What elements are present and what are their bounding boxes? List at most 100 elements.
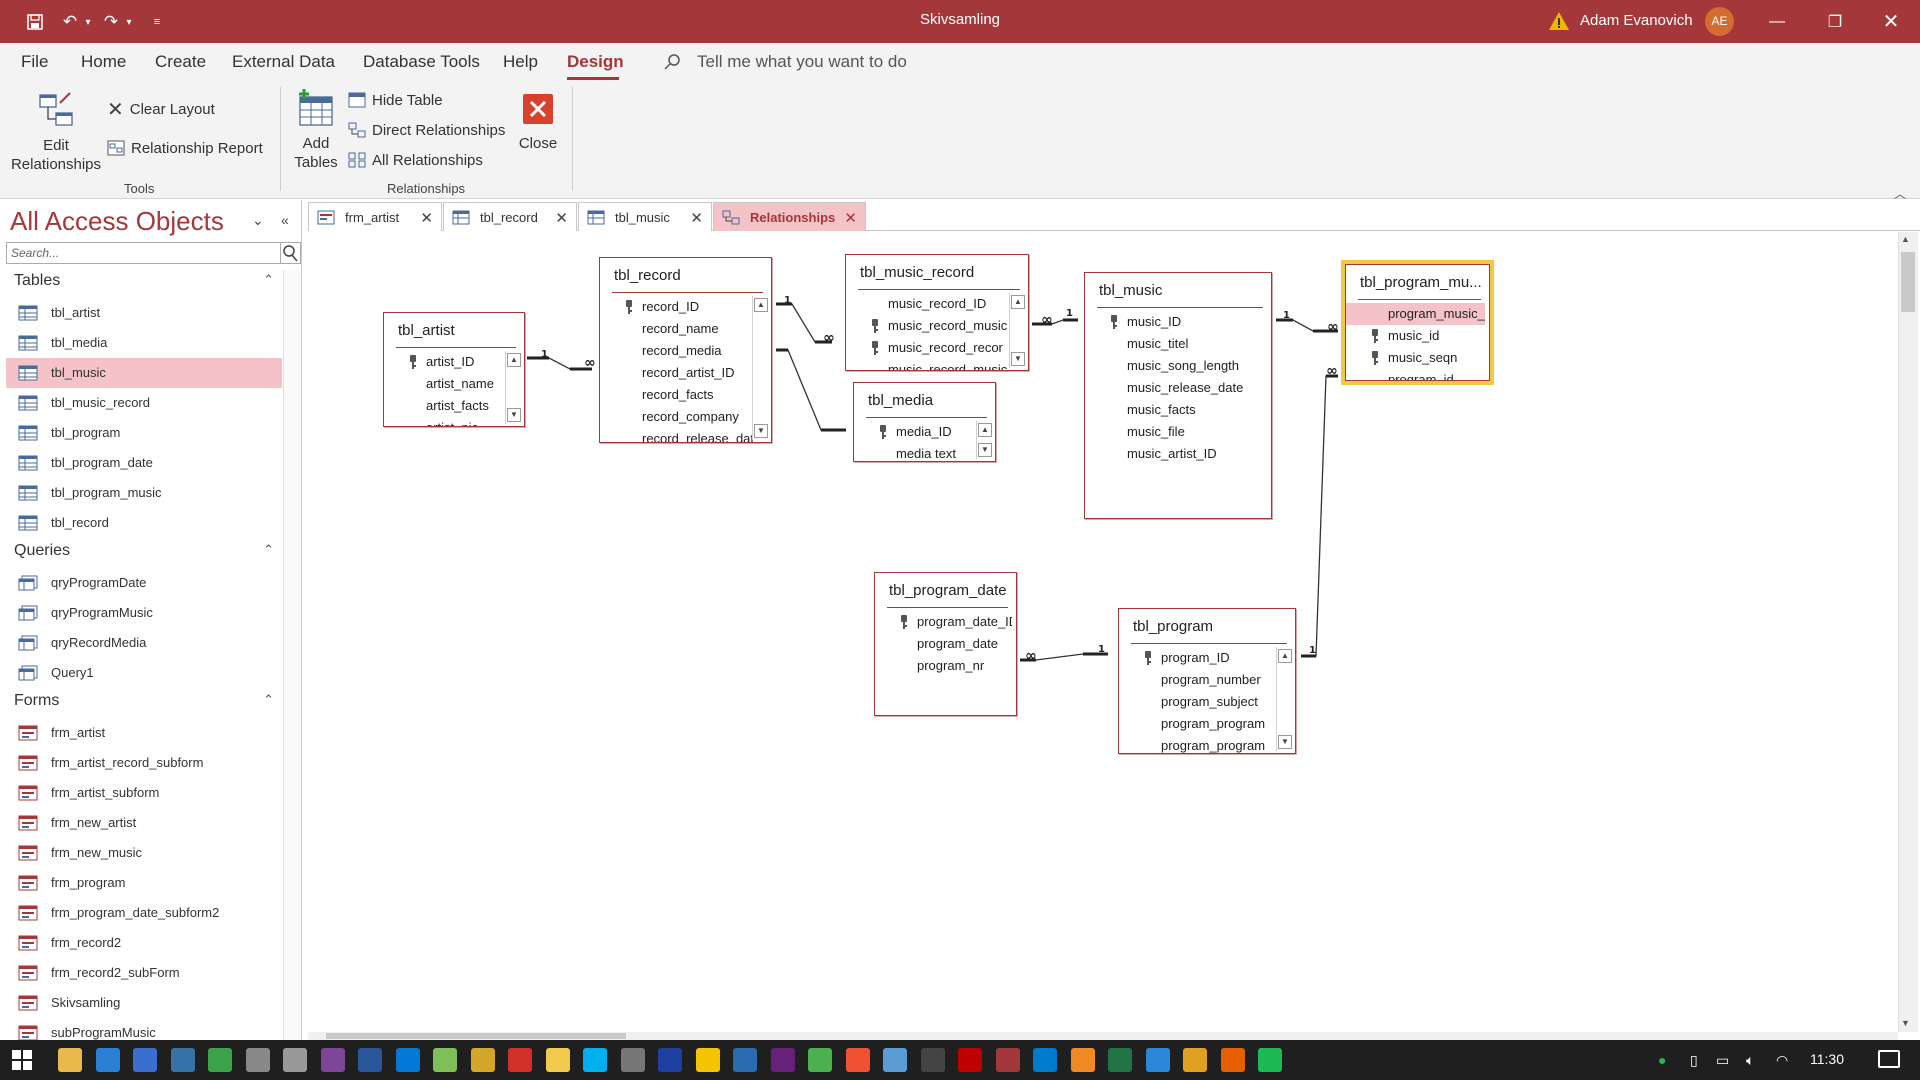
restore-icon[interactable]: ❐ bbox=[1806, 0, 1864, 43]
media-icon[interactable] bbox=[920, 1048, 945, 1072]
table-box-title[interactable]: tbl_music bbox=[1099, 282, 1162, 299]
gitkraken-icon[interactable] bbox=[808, 1048, 832, 1072]
field-row[interactable]: record_media bbox=[600, 340, 753, 362]
field-row[interactable]: music_facts bbox=[1085, 399, 1267, 421]
table-box-title[interactable]: tbl_media bbox=[868, 392, 933, 409]
menu-file[interactable]: File bbox=[21, 52, 48, 72]
wifi-icon[interactable]: ◠ bbox=[1776, 1052, 1788, 1069]
redo-icon[interactable]: ↷ bbox=[101, 12, 121, 32]
close-tab-icon[interactable]: ✕ bbox=[690, 209, 703, 227]
tab-tbl-record[interactable]: tbl_record ✕ bbox=[443, 202, 577, 231]
tell-me-box[interactable]: Tell me what you want to do bbox=[697, 52, 907, 72]
nav-search-input[interactable]: Search... bbox=[6, 242, 281, 264]
skype-icon[interactable] bbox=[583, 1048, 607, 1072]
field-row[interactable]: music_artist_ID bbox=[1085, 443, 1267, 465]
scroll-down-icon[interactable]: ▼ bbox=[754, 424, 768, 438]
table-box-title[interactable]: tbl_record bbox=[614, 267, 681, 284]
nav-item-subprogrammusic[interactable]: subProgramMusic bbox=[6, 1018, 282, 1040]
table-box-scrollbar[interactable]: ▲ ▼ bbox=[1276, 647, 1293, 751]
nav-section-tables[interactable]: Tables ⌃ bbox=[6, 268, 282, 298]
scroll-down-icon[interactable]: ▼ bbox=[978, 443, 992, 457]
edge-icon[interactable] bbox=[95, 1048, 120, 1072]
field-row[interactable]: program_subject bbox=[1119, 691, 1277, 713]
field-row[interactable]: program_date_ID bbox=[875, 611, 1012, 633]
nav-item-tbl-program-date[interactable]: tbl_program_date bbox=[6, 448, 282, 478]
all-relationships-button[interactable]: All Relationships bbox=[348, 149, 483, 171]
rel-record-media[interactable] bbox=[776, 349, 846, 431]
chevron-up-icon[interactable]: ⌃ bbox=[263, 272, 274, 288]
nav-item-frm-program-date-subform2[interactable]: frm_program_date_subform2 bbox=[6, 898, 282, 928]
outlook-icon[interactable] bbox=[395, 1048, 420, 1072]
scroll-up-icon[interactable]: ▲ bbox=[1901, 234, 1910, 244]
field-row[interactable]: media_ID bbox=[854, 421, 977, 443]
file-explorer-icon[interactable] bbox=[58, 1048, 82, 1072]
field-row[interactable]: music_file bbox=[1085, 421, 1267, 443]
battery-icon[interactable]: ▭ bbox=[1716, 1052, 1729, 1069]
field-row[interactable]: program_number bbox=[1119, 669, 1277, 691]
table-box-title[interactable]: tbl_music_record bbox=[860, 264, 974, 281]
table-box-title[interactable]: tbl_program bbox=[1133, 618, 1213, 635]
field-row[interactable]: record_artist_ID bbox=[600, 362, 753, 384]
notifications-icon[interactable] bbox=[1878, 1050, 1900, 1068]
table-box-tbl-program-music[interactable]: tbl_program_mu... program_music_ music_id m… bbox=[1341, 260, 1494, 385]
field-row[interactable]: record_company bbox=[600, 406, 753, 428]
field-row[interactable]: artist_pic bbox=[384, 417, 506, 426]
chevron-up-icon[interactable]: ⌃ bbox=[263, 542, 274, 558]
access-icon[interactable] bbox=[995, 1048, 1020, 1072]
firefox-icon[interactable] bbox=[1220, 1048, 1245, 1072]
notepad-icon[interactable] bbox=[433, 1048, 457, 1072]
table-box-tbl-media[interactable]: tbl_media media_ID media text ▲ ▼ bbox=[853, 382, 996, 462]
field-row[interactable]: music_record_music bbox=[846, 315, 1010, 337]
field-row[interactable]: program_program bbox=[1119, 713, 1277, 735]
field-row[interactable]: media text bbox=[854, 443, 977, 461]
field-row[interactable]: record_name bbox=[600, 318, 753, 340]
remote-icon[interactable] bbox=[883, 1048, 907, 1072]
menu-design[interactable]: Design bbox=[567, 52, 624, 72]
nav-item-tbl-program[interactable]: tbl_program bbox=[6, 418, 282, 448]
field-row[interactable]: program_id bbox=[1346, 369, 1485, 380]
filezilla-icon[interactable] bbox=[958, 1048, 982, 1072]
direct-relationships-button[interactable]: Direct Relationships bbox=[348, 119, 505, 141]
nav-item-frm-artist[interactable]: frm_artist bbox=[6, 718, 282, 748]
scroll-down-icon[interactable]: ▼ bbox=[1901, 1018, 1910, 1028]
close-window-icon[interactable]: ✕ bbox=[1862, 0, 1920, 43]
phone-icon[interactable] bbox=[1145, 1048, 1170, 1072]
folder-icon[interactable] bbox=[545, 1048, 570, 1072]
table-box-scrollbar[interactable]: ▲ ▼ bbox=[505, 351, 522, 424]
field-row[interactable]: program_music_ bbox=[1346, 303, 1485, 325]
clear-layout-button[interactable]: ✕ Clear Layout bbox=[107, 98, 215, 121]
table-box-tbl-record[interactable]: tbl_record record_ID record_name record_med… bbox=[599, 257, 772, 443]
windows-start-icon[interactable] bbox=[12, 1050, 32, 1070]
spotify-icon[interactable] bbox=[1258, 1048, 1282, 1072]
network-icon[interactable] bbox=[733, 1048, 757, 1072]
canvas-vertical-scrollbar[interactable]: ▲ ▼ bbox=[1898, 232, 1918, 1032]
nav-item-tbl-record[interactable]: tbl_record bbox=[6, 508, 282, 538]
scroll-up-icon[interactable]: ▲ bbox=[978, 423, 992, 437]
nav-item-frm-program[interactable]: frm_program bbox=[6, 868, 282, 898]
python-icon[interactable] bbox=[170, 1048, 195, 1072]
field-row[interactable]: artist_ID bbox=[384, 351, 506, 373]
chrome-icon[interactable] bbox=[1183, 1048, 1207, 1072]
nav-item-query1[interactable]: Query1 bbox=[6, 658, 282, 688]
rel-program-programmusic[interactable] bbox=[1301, 375, 1338, 657]
scroll-thumb[interactable] bbox=[1901, 252, 1915, 312]
camera-icon[interactable] bbox=[620, 1048, 645, 1072]
scroll-thumb[interactable] bbox=[326, 1033, 626, 1039]
nav-section-forms[interactable]: Forms ⌃ bbox=[6, 688, 282, 718]
table-box-scrollbar[interactable]: ▲ ▼ bbox=[1009, 293, 1026, 368]
acrobat-icon[interactable] bbox=[508, 1048, 532, 1072]
table-box-tbl-artist[interactable]: tbl_artist artist_ID artist_name artist_fac… bbox=[383, 312, 525, 427]
table-box-title[interactable]: tbl_program_date bbox=[889, 582, 1007, 599]
tab-frm-artist[interactable]: frm_artist ✕ bbox=[308, 202, 442, 231]
table-box-scrollbar[interactable]: ▲ ▼ bbox=[976, 421, 993, 459]
table-box-scrollbar[interactable]: ▲ ▼ bbox=[752, 296, 769, 440]
user-name[interactable]: Adam Evanovich bbox=[1580, 12, 1693, 29]
chevron-up-icon[interactable]: ⌃ bbox=[263, 692, 274, 708]
excel-icon[interactable] bbox=[1108, 1048, 1132, 1072]
store-icon[interactable] bbox=[133, 1048, 157, 1072]
volume-icon[interactable]: 🔈︎ bbox=[1746, 1052, 1754, 1069]
field-row[interactable]: music_id bbox=[1346, 325, 1485, 347]
malwarebytes-icon[interactable] bbox=[658, 1048, 682, 1072]
undo-icon[interactable]: ↶ bbox=[60, 12, 80, 32]
nav-item-qryrecordmedia[interactable]: qryRecordMedia bbox=[6, 628, 282, 658]
